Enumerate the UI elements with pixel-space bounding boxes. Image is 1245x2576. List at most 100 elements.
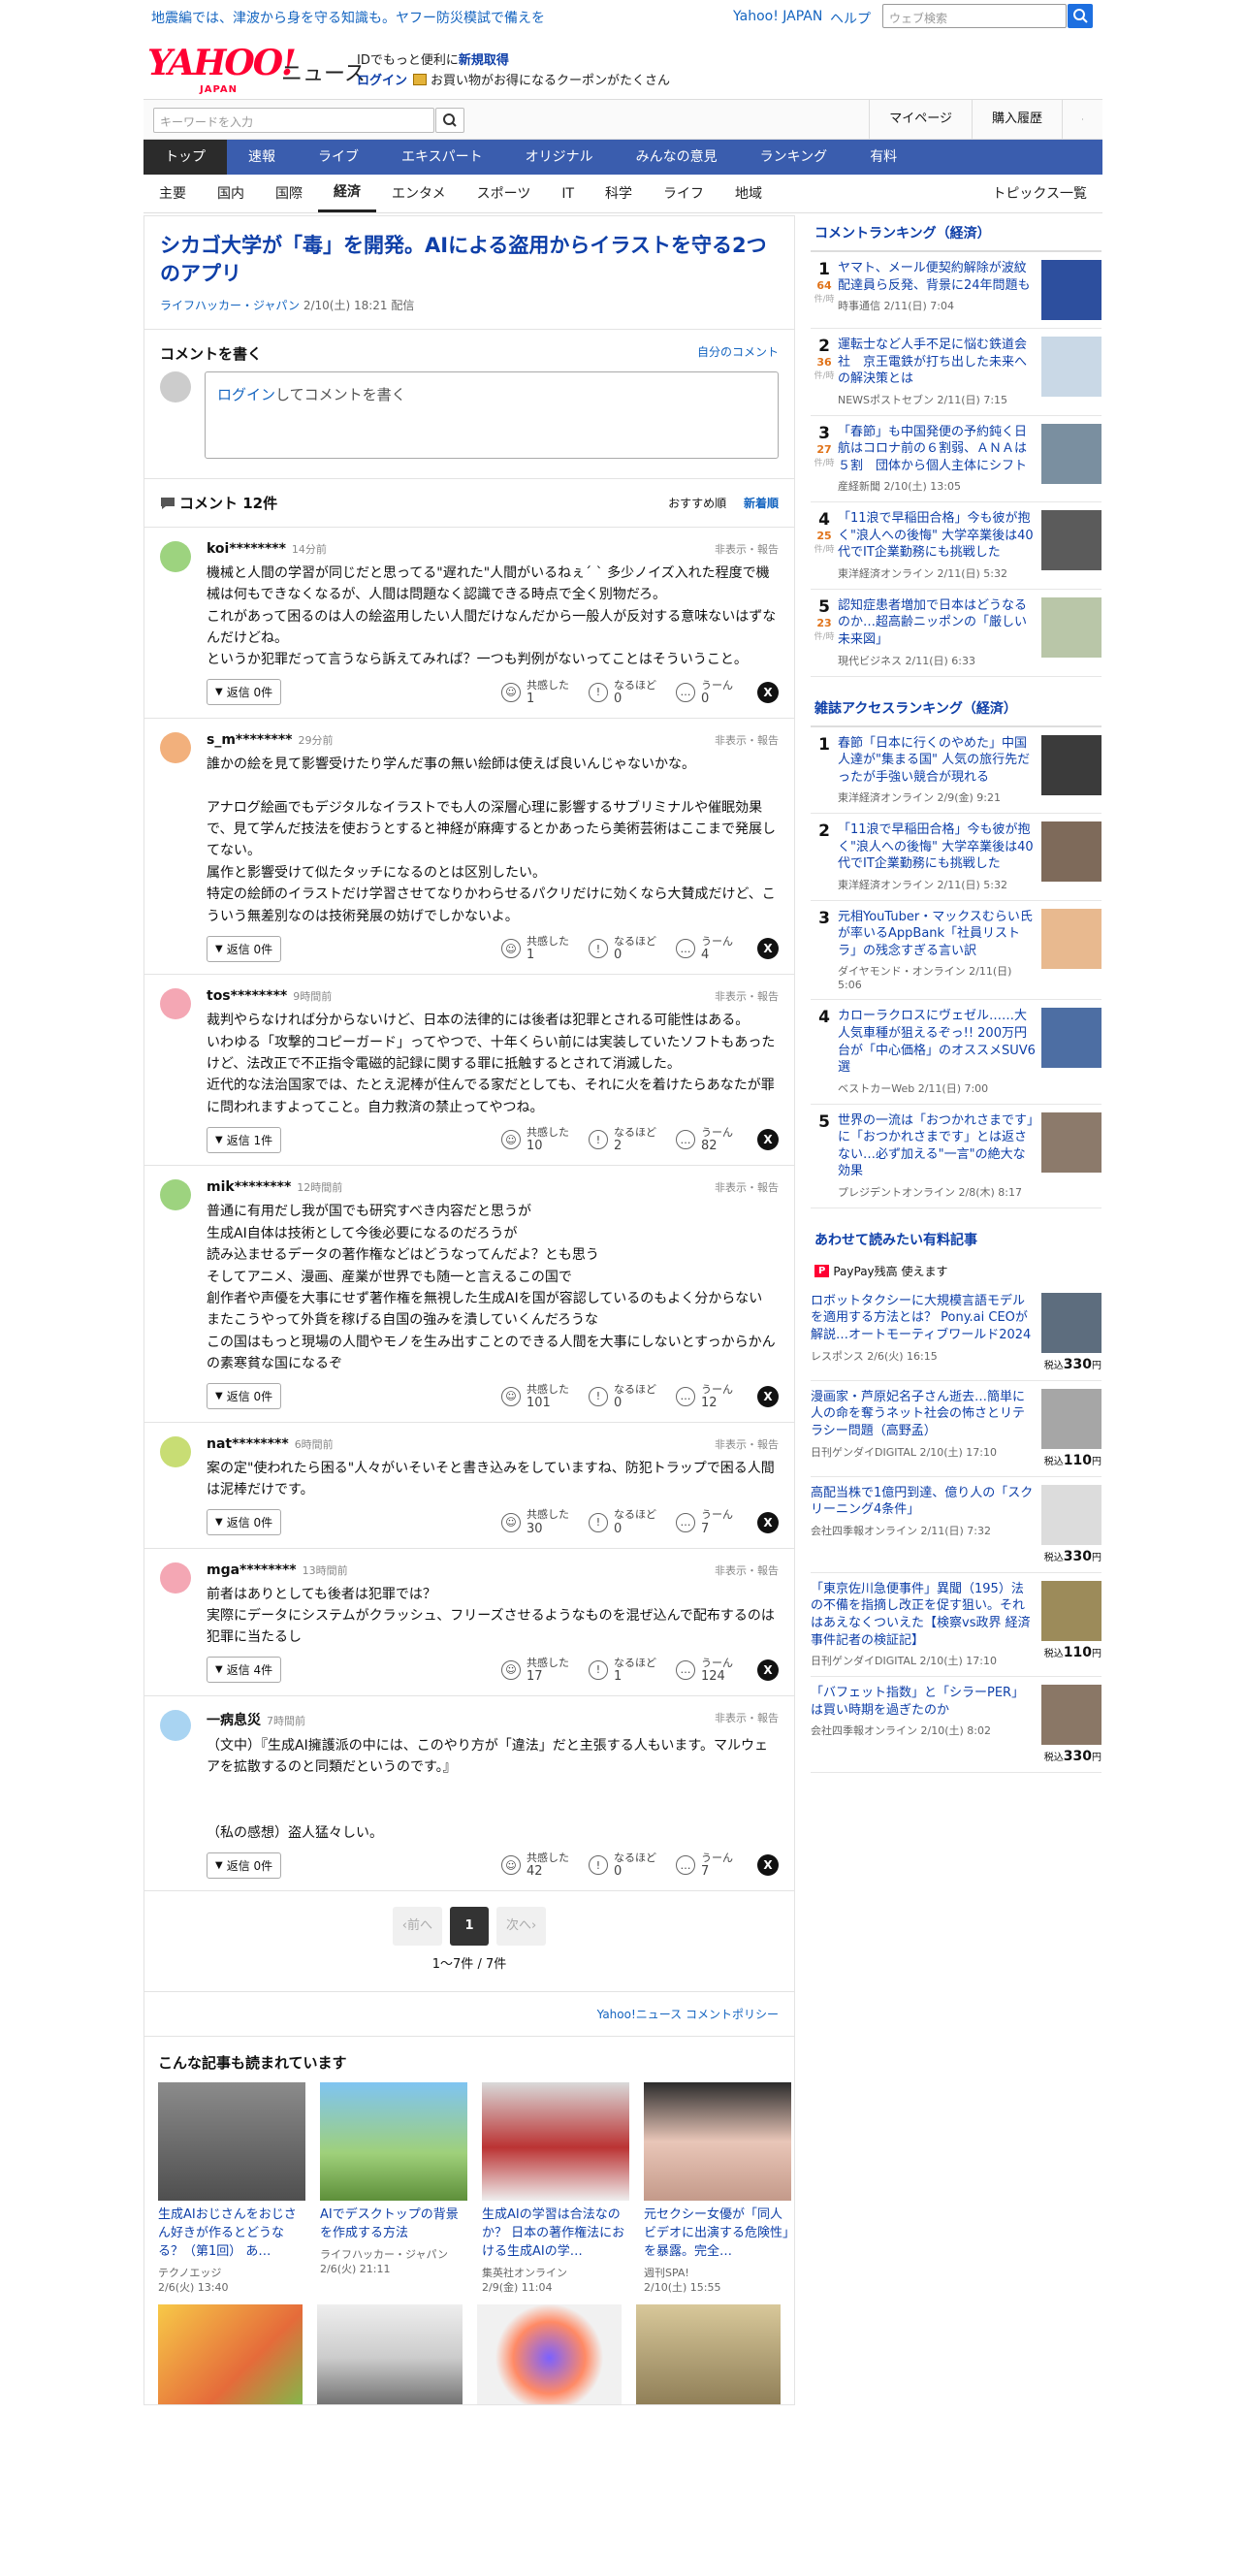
reaction-hmm[interactable]: … うーん 12 bbox=[676, 1383, 750, 1410]
comment-login-link[interactable]: ログイン bbox=[217, 386, 275, 403]
rank-thumbnail[interactable] bbox=[1041, 423, 1101, 484]
reaction-empathy[interactable]: ☺ 共感した 1 bbox=[501, 935, 575, 962]
ranking-item[interactable]: 3 27 件/時 「春節」も中国発便の予約鈍く日航はコロナ前の６割弱、ＡＮＡは５割 団… bbox=[811, 416, 1101, 503]
reaction-hmm[interactable]: … うーん 7 bbox=[676, 1852, 750, 1879]
rank-thumbnail[interactable] bbox=[1041, 1111, 1101, 1173]
article-title[interactable]: 生成AIの学習は合法なのか？ 日本の著作権法における生成AIの学… bbox=[482, 2206, 629, 2262]
comment-username[interactable]: 一病息災 bbox=[207, 1713, 261, 1728]
purchase-history-link[interactable]: 購入履歴 bbox=[971, 100, 1062, 139]
x-share-icon[interactable]: X bbox=[757, 681, 779, 703]
recommended-article[interactable]: 生成AIおじさんをおじさん好きが作るとどうなる？（第1回） あ… テクノエッジ 2/… bbox=[158, 2082, 305, 2295]
reaction-hmm[interactable]: … うーん 82 bbox=[676, 1126, 750, 1153]
reply-button[interactable]: ▼ 返信 4件 bbox=[207, 1657, 282, 1684]
magazine-ranking-item[interactable]: 1 春節「日本に行くのやめた」中国人達が"集まる国" 人気の旅行先だったが手強い競… bbox=[811, 727, 1101, 815]
article-thumbnail[interactable] bbox=[320, 2082, 467, 2202]
comment-policy-link[interactable]: Yahoo!ニュース コメントポリシー bbox=[144, 1991, 794, 2036]
rank-title[interactable]: 世界の一流は「おつかれさまです」に「おつかれさまです」とは返さない…必ず加える"… bbox=[838, 1112, 1036, 1180]
current-page[interactable]: 1 bbox=[450, 1907, 489, 1947]
gnav-ranking[interactable]: ランキング bbox=[739, 140, 849, 175]
article-source[interactable]: ライフハッカー・ジャパン bbox=[160, 299, 300, 312]
reaction-indeed[interactable]: ! なるほど 0 bbox=[589, 935, 662, 962]
paid-title[interactable]: 「バフェット指数」と「シラーPER」は買い時期を過ぎたのか bbox=[811, 1685, 1036, 1719]
sort-new[interactable]: 新着順 bbox=[744, 497, 779, 510]
service-name[interactable]: ニュース bbox=[281, 56, 366, 87]
sort-recommended[interactable]: おすすめ順 bbox=[668, 497, 726, 510]
cat-entertainment[interactable]: エンタメ bbox=[376, 175, 462, 212]
ranking-item[interactable]: 4 25 件/時 「11浪で早稲田合格」今も彼が抱く"浪人への後悔" 大学卒業後は40… bbox=[811, 502, 1101, 590]
reaction-indeed[interactable]: ! なるほど 0 bbox=[589, 1508, 662, 1536]
reaction-empathy[interactable]: ☺ 共感した 1 bbox=[501, 679, 575, 706]
paid-article[interactable]: 漫画家・芦原妃名子さん逝去…簡単に人の命を奪うネット社会の怖さとリテラシー問題（… bbox=[811, 1381, 1101, 1477]
rank-thumbnail[interactable] bbox=[1041, 821, 1101, 883]
report-link[interactable]: 非表示・報告 bbox=[715, 1436, 779, 1452]
cat-domestic[interactable]: 国内 bbox=[202, 175, 260, 212]
ranking-item[interactable]: 2 36 件/時 運転士など人手不足に悩む鉄道会社 京王電鉄が打ち出した未来への解決策… bbox=[811, 329, 1101, 416]
paid-thumbnail[interactable] bbox=[1041, 1580, 1101, 1641]
article-title[interactable]: AIでデスクトップの背景を作成する方法 bbox=[320, 2206, 467, 2243]
magazine-ranking-item[interactable]: 5 世界の一流は「おつかれさまです」に「おつかれさまです」とは返さない…必ず加える… bbox=[811, 1105, 1101, 1208]
mypage-link[interactable]: マイページ bbox=[869, 100, 972, 139]
article-title[interactable]: 元セクシー女優が「同人ビデオに出演する危険性」を暴露。完全… bbox=[644, 2206, 791, 2262]
paid-article[interactable]: 高配当株で1億円到達、億り人の「スクリーニング4条件」 会社四季報オンライン 2/… bbox=[811, 1477, 1101, 1573]
x-share-icon[interactable]: X bbox=[757, 1854, 779, 1877]
paid-article[interactable]: 「バフェット指数」と「シラーPER」は買い時期を過ぎたのか 会社四季報オンライン … bbox=[811, 1677, 1101, 1774]
report-link[interactable]: 非表示・報告 bbox=[715, 988, 779, 1004]
yahoo-logo[interactable]: YAHOO! bbox=[147, 43, 297, 83]
web-search-button[interactable] bbox=[1068, 4, 1093, 28]
cat-world[interactable]: 国際 bbox=[260, 175, 318, 212]
report-link[interactable]: 非表示・報告 bbox=[715, 1562, 779, 1578]
cat-sports[interactable]: スポーツ bbox=[462, 175, 547, 212]
x-share-icon[interactable]: X bbox=[757, 1511, 779, 1533]
article-title[interactable]: 生成AIおじさんをおじさん好きが作るとどうなる？（第1回） あ… bbox=[158, 2206, 305, 2262]
coupon-link[interactable]: お買い物がお得になるクーポンがたくさん bbox=[431, 74, 670, 88]
rank-title[interactable]: 春節「日本に行くのやめた」中国人達が"集まる国" 人気の旅行先だったが手強い競合… bbox=[838, 735, 1036, 787]
web-search-input[interactable]: ウェブ検索 bbox=[882, 4, 1067, 28]
settings-button[interactable] bbox=[1062, 100, 1102, 139]
cat-local[interactable]: 地域 bbox=[719, 175, 778, 212]
paid-thumbnail[interactable] bbox=[1041, 1484, 1101, 1545]
my-comments-link[interactable]: 自分のコメント bbox=[697, 343, 779, 364]
paid-article[interactable]: 「東京佐川急便事件」異聞（195）法の不備を指摘し改正を促す狙い。それはあえなく… bbox=[811, 1573, 1101, 1678]
gnav-live[interactable]: ライブ bbox=[297, 140, 380, 175]
cat-economy[interactable]: 経済 bbox=[318, 175, 376, 212]
gnav-expert[interactable]: エキスパート bbox=[380, 140, 504, 175]
rank-title[interactable]: 運転士など人手不足に悩む鉄道会社 京王電鉄が打ち出した未来への解決策とは bbox=[838, 337, 1036, 388]
rank-title[interactable]: ヤマト、メール便契約解除が波紋 配達員ら反発、背景に24年問題も bbox=[838, 260, 1039, 294]
reply-button[interactable]: ▼ 返信 0件 bbox=[207, 1383, 282, 1410]
recommended-article[interactable]: 元セクシー女優が「同人ビデオに出演する危険性」を暴露。完全… 週刊SPA! 2/10… bbox=[644, 2082, 791, 2295]
comment-textarea[interactable]: ログインしてコメントを書く bbox=[205, 370, 779, 459]
reaction-indeed[interactable]: ! なるほど 2 bbox=[589, 1126, 662, 1153]
article-thumbnail[interactable] bbox=[476, 2304, 622, 2405]
reaction-hmm[interactable]: … うーん 4 bbox=[676, 935, 750, 962]
comment-username[interactable]: koi******** bbox=[207, 541, 286, 557]
prev-page-button[interactable]: ‹前へ bbox=[392, 1907, 442, 1947]
article-title[interactable]: シカゴ大学が「毒」を開発。AIによる盗用からイラストを守る2つのアプリ bbox=[144, 216, 794, 297]
rank-thumbnail[interactable] bbox=[1041, 908, 1101, 969]
gnav-original[interactable]: オリジナル bbox=[504, 140, 615, 175]
cat-life[interactable]: ライフ bbox=[648, 175, 719, 212]
help-link[interactable]: ヘルプ bbox=[830, 9, 871, 28]
rank-title[interactable]: 「11浪で早稲田合格」今も彼が抱く"浪人への後悔" 大学卒業後は40代でIT企業… bbox=[838, 821, 1036, 873]
comment-username[interactable]: s_m******** bbox=[207, 732, 293, 748]
paid-title[interactable]: 「東京佐川急便事件」異聞（195）法の不備を指摘し改正を促す狙い。それはあえなく… bbox=[811, 1581, 1036, 1649]
comment-username[interactable]: nat******** bbox=[207, 1436, 289, 1452]
gnav-opinion[interactable]: みんなの意見 bbox=[615, 140, 739, 175]
article-thumbnail[interactable] bbox=[317, 2304, 463, 2405]
paid-thumbnail[interactable] bbox=[1041, 1292, 1101, 1353]
reply-button[interactable]: ▼ 返信 0件 bbox=[207, 679, 282, 706]
paid-thumbnail[interactable] bbox=[1041, 1388, 1101, 1449]
recommended-article[interactable]: 生成AIの学習は合法なのか？ 日本の著作権法における生成AIの学… 集英社オンライ… bbox=[482, 2082, 629, 2295]
x-share-icon[interactable]: X bbox=[757, 938, 779, 960]
rank-title[interactable]: 「11浪で早稲田合格」今も彼が抱く"浪人への後悔" 大学卒業後は40代でIT企業… bbox=[838, 510, 1036, 562]
reaction-hmm[interactable]: … うーん 0 bbox=[676, 679, 750, 706]
report-link[interactable]: 非表示・報告 bbox=[715, 1179, 779, 1195]
rank-title[interactable]: 「春節」も中国発便の予約鈍く日航はコロナ前の６割弱、ＡＮＡは５割 団体から個人主… bbox=[838, 424, 1036, 475]
reply-button[interactable]: ▼ 返信 1件 bbox=[207, 1126, 282, 1153]
topics-list-link[interactable]: トピックス一覧 bbox=[976, 175, 1102, 212]
x-share-icon[interactable]: X bbox=[757, 1129, 779, 1151]
reaction-empathy[interactable]: ☺ 共感した 17 bbox=[501, 1657, 575, 1684]
report-link[interactable]: 非表示・報告 bbox=[715, 732, 779, 748]
rank-thumbnail[interactable] bbox=[1041, 260, 1101, 320]
gnav-top[interactable]: トップ bbox=[144, 140, 227, 175]
reaction-indeed[interactable]: ! なるほど 0 bbox=[589, 1852, 662, 1879]
